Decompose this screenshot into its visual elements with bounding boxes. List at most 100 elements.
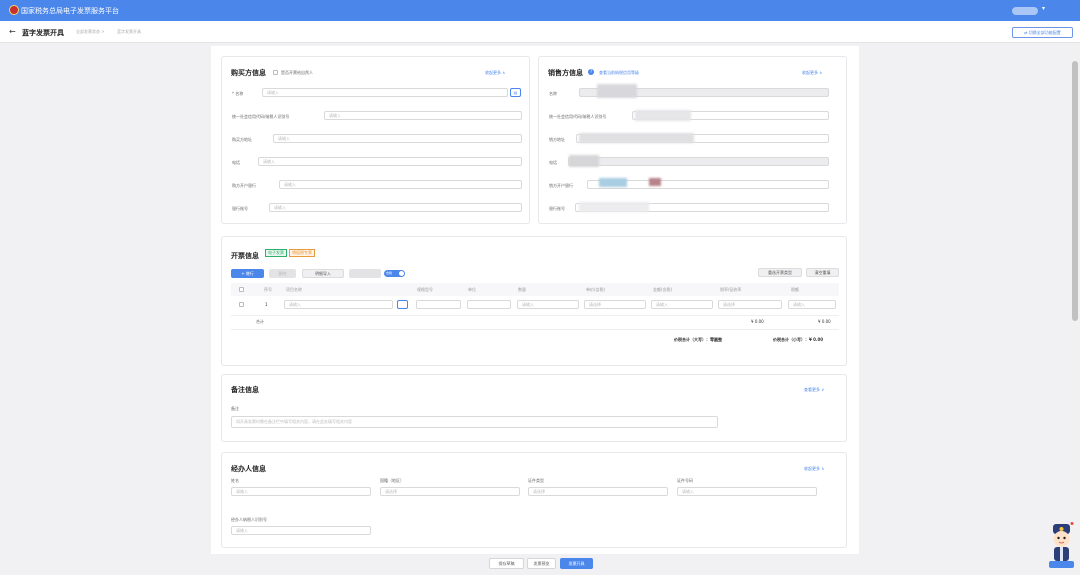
agent-collapse-toggle[interactable]: 收起更多 ∧	[804, 466, 824, 472]
buyer-taxid-input[interactable]: 请输入	[324, 111, 522, 120]
sum-upper-value: 零圆整	[710, 337, 722, 342]
buyer-phone-input[interactable]: 请输入	[258, 157, 522, 166]
item-name-input[interactable]: 请输入	[284, 300, 393, 309]
reselect-type-button[interactable]: 重选开票类型	[758, 268, 802, 277]
tax-rate-select[interactable]: 请选择	[718, 300, 782, 309]
issue-invoice-button[interactable]: 发票开具	[560, 558, 593, 569]
add-row-button[interactable]: + 增行	[231, 269, 264, 278]
agent-taxid-input[interactable]: 请输入	[231, 526, 371, 535]
sum-lower-value: ¥ 0.00	[809, 337, 824, 342]
unit-input[interactable]	[467, 300, 511, 309]
seller-bank-label: 销方开户银行	[549, 183, 573, 188]
select-all-checkbox[interactable]	[239, 287, 244, 292]
remarks-card: 备注信息 查看更多 ∨ 备注 如开具发票时需在备注栏中填写相关内容，请在此处填写…	[221, 374, 847, 442]
sum-upper-label: 价税合计（大写）：	[674, 337, 710, 342]
redacted-block	[597, 84, 637, 98]
back-arrow-icon[interactable]: ←	[9, 27, 16, 36]
switch-function-button[interactable]: ⇄ 切换全部功能配置	[1012, 27, 1073, 38]
breadcrumb-item[interactable]: 全部发票状态 >	[76, 29, 105, 35]
invoice-type-tag: 电子发票	[265, 249, 287, 257]
credit-rating-link[interactable]: 查看当前纳税信用等级	[599, 70, 639, 76]
agent-country-select[interactable]: 请选择	[380, 487, 520, 496]
row-index: 1	[265, 302, 268, 307]
quick-import-button[interactable]: 明细导入	[302, 269, 344, 278]
user-account-pill[interactable]	[1012, 7, 1038, 15]
tax-emblem-icon	[9, 5, 19, 15]
buyer-phone-label: 电话	[232, 160, 240, 165]
total-row: 合计 ¥ 0.00 ¥ 0.00	[231, 315, 839, 327]
seller-collapse-toggle[interactable]: 收起更多 ∧	[802, 70, 822, 76]
chevron-down-icon[interactable]: ▾	[1042, 5, 1045, 12]
natural-person-checkbox[interactable]	[273, 70, 278, 75]
seller-info-card: 销售方信息 ? 查看当前纳税信用等级 收起更多 ∧ 名称 统一社会信用代码/纳税…	[538, 56, 847, 224]
agent-idtype-label: 证件类型	[528, 478, 544, 483]
natural-person-label: 是否开票给自然人	[281, 70, 313, 75]
tax-included-label: 含税	[386, 271, 393, 275]
remarks-textarea[interactable]: 如开具发票时需在备注栏中填写相关内容，请在此处填写相关内容	[231, 416, 718, 428]
redacted-block	[569, 155, 599, 167]
buyer-name-input[interactable]: 请输入	[262, 88, 508, 97]
tax-included-toggle[interactable]: 含税	[384, 270, 405, 277]
app-title: 国家税务总局电子发票服务平台	[21, 7, 119, 15]
agent-idtype-select[interactable]: 请选择	[528, 487, 668, 496]
table-row: 1 请输入 请输入 请选择 请输入 请选择 请输入	[231, 298, 839, 312]
breadcrumb-current: 蓝字发票开具	[117, 29, 141, 34]
seller-taxid-label: 统一社会信用代码/纳税人识别号	[549, 114, 607, 119]
help-icon[interactable]: ?	[588, 69, 594, 75]
save-draft-button[interactable]: 保存草稿	[489, 558, 524, 569]
quantity-input[interactable]: 请输入	[517, 300, 579, 309]
redacted-block	[635, 110, 691, 121]
agent-idno-label: 证件号码	[677, 478, 693, 483]
page-header: ← 蓝字发票开具 全部发票状态 > 蓝字发票开具 ⇄ 切换全部功能配置	[0, 21, 1080, 43]
row-checkbox[interactable]	[239, 302, 244, 307]
col-tax: 税额	[791, 287, 799, 292]
buyer-collapse-toggle[interactable]: 收起更多 ∧	[485, 70, 505, 76]
seller-phone-label: 电话	[549, 160, 557, 165]
tax-input[interactable]: 请输入	[788, 300, 836, 309]
item-lookup-icon[interactable]	[397, 300, 408, 309]
agent-idno-input[interactable]: 请输入	[677, 487, 817, 496]
amount-input[interactable]: 请输入	[651, 300, 713, 309]
page-title: 蓝字发票开具	[22, 29, 64, 37]
buyer-address-input[interactable]: 请输入	[273, 134, 522, 143]
buyer-address-label: 购买方地址	[232, 137, 252, 142]
vat-special-tag: 增值税专票	[289, 249, 315, 257]
col-tax-rate: 税率/征收率	[720, 287, 742, 292]
agent-country-label: 国籍（地区）	[380, 478, 404, 483]
unit-price-input[interactable]: 请选择	[584, 300, 646, 309]
redacted-block	[579, 133, 694, 143]
remarks-section-title: 备注信息	[231, 386, 259, 394]
assistant-mascot-icon[interactable]	[1048, 522, 1075, 569]
clear-refill-button[interactable]: 清空重填	[806, 268, 839, 277]
buyer-name-label: * 名称	[232, 91, 244, 96]
top-bar: 国家税务总局电子发票服务平台 ▾	[0, 0, 1080, 21]
scrollbar[interactable]	[1070, 43, 1080, 575]
breadcrumb-item-label[interactable]: 全部发票状态	[76, 29, 100, 34]
total-label: 合计	[256, 319, 264, 324]
buyer-bank-input[interactable]: 请输入	[279, 180, 522, 189]
disabled-button[interactable]	[349, 269, 381, 278]
buyer-lookup-icon[interactable]: ▤	[510, 88, 521, 97]
buyer-account-input[interactable]: 请输入	[269, 203, 522, 212]
buyer-info-card: 购买方信息 是否开票给自然人 收起更多 ∧ * 名称 请输入 ▤ 统一社会信用代…	[221, 56, 530, 224]
scroll-thumb[interactable]	[1072, 61, 1078, 321]
preview-invoice-button[interactable]: 发票预览	[527, 558, 556, 569]
breadcrumb-separator: >	[101, 29, 105, 34]
col-amount: 金额(含税)	[653, 287, 673, 292]
agent-name-input[interactable]: 请输入	[231, 487, 371, 496]
buyer-account-label: 银行账号	[232, 206, 248, 211]
seller-section-title: 销售方信息	[548, 69, 583, 77]
agent-section-title: 经办人信息	[231, 465, 266, 473]
col-quantity: 数量	[518, 287, 526, 292]
buyer-bank-label: 购方开户银行	[232, 183, 256, 188]
sum-lower-label: 价税合计（小写）：	[773, 337, 809, 342]
spec-input[interactable]	[416, 300, 461, 309]
invoice-section-title: 开票信息	[231, 252, 259, 260]
agent-info-card: 经办人信息 收起更多 ∧ 姓名 请输入 国籍（地区） 请选择 证件类型 请选择 …	[221, 452, 847, 548]
col-index: 序号	[264, 287, 272, 292]
delete-row-button[interactable]: 删除	[269, 269, 296, 278]
seller-account-label: 银行账号	[549, 206, 565, 211]
switch-function-label: 切换全部功能配置	[1028, 30, 1061, 35]
table-header: 序号 项目名称 规格型号 单位 数量 单价(含税) 金额(含税) 税率/征收率 …	[231, 283, 839, 296]
remarks-expand-toggle[interactable]: 查看更多 ∨	[804, 387, 824, 393]
